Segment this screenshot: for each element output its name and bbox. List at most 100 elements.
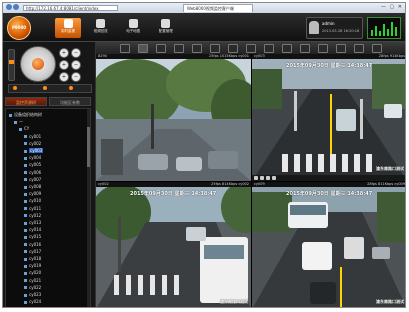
tree-node[interactable]: cy022	[24, 285, 41, 291]
record-icon[interactable]	[264, 44, 274, 53]
close-all-icon[interactable]	[354, 44, 364, 53]
layout-8-icon[interactable]	[174, 44, 184, 53]
focus-far-button[interactable]: −	[71, 60, 81, 70]
layout-16-icon[interactable]	[210, 44, 220, 53]
tree-node[interactable]: cy010	[24, 198, 41, 204]
tree-node[interactable]: cy020	[24, 270, 41, 276]
tree-node-label: 一	[19, 119, 23, 125]
tree-node-label: cy012	[29, 212, 42, 218]
snapshot-icon[interactable]	[246, 44, 256, 53]
video-tile-4[interactable]: cy009 28fps 811Kbps cy009 2015年09月30日 星期…	[252, 182, 405, 307]
camera-icon	[24, 271, 27, 275]
tree-node[interactable]: cy014	[24, 227, 41, 233]
stop-all-icon[interactable]	[282, 44, 292, 53]
forward-icon[interactable]	[13, 4, 19, 10]
tree-node[interactable]: cy003	[24, 148, 44, 154]
tree-node-label: cy009	[29, 191, 42, 197]
tree-node-label: cy005	[29, 162, 42, 168]
camera-icon	[24, 149, 27, 153]
video-tile-3[interactable]: cy002 25fps 814Kbps cy002 2015年09月30日 星期…	[96, 182, 251, 307]
nav-map[interactable]: 电子地图	[120, 18, 146, 38]
tree-node-label: cy017	[29, 248, 42, 254]
device-tree: 设备组织结构树一 CY cy001 cy002 cy003 cy004 cy005 cy006…	[5, 108, 91, 307]
nav-live-monitor[interactable]: 实时监视	[55, 18, 81, 38]
tree-node[interactable]: cy004	[24, 155, 41, 161]
nav-playback[interactable]: 视频回放	[88, 18, 114, 38]
layout-6-icon[interactable]	[156, 44, 166, 53]
tree-node[interactable]: cy009	[24, 191, 41, 197]
user-info[interactable]: admin 2013-05-28 16:20:18	[306, 17, 363, 39]
tree-node[interactable]: cy006	[24, 170, 41, 176]
layout-9-icon[interactable]	[192, 44, 202, 53]
ptz-center-button[interactable]	[32, 58, 44, 70]
browser-tab[interactable]: Web8000视频监控客户端	[183, 4, 253, 12]
tree-node-label: cy010	[29, 198, 42, 204]
left-tabs: 监控资源树 功能区参数	[5, 97, 93, 106]
camera-icon	[24, 156, 27, 160]
tree-node[interactable]: cy013	[24, 220, 41, 226]
camera-icon	[24, 279, 27, 283]
video-timestamp: 2015年09月30日 星期三 14:38:47	[130, 191, 217, 197]
tree-node[interactable]: cy021	[24, 278, 41, 284]
settings-icon[interactable]	[318, 44, 328, 53]
zoom-slider[interactable]	[8, 49, 15, 81]
tile-control-bar[interactable]	[252, 175, 405, 181]
back-icon[interactable]	[6, 4, 12, 10]
tree-node[interactable]: cy001	[24, 134, 41, 140]
video-tile-1[interactable]: 8290 25fps 1015Kbps cy001	[96, 54, 251, 181]
tree-node-label: cy002	[29, 140, 42, 146]
video-location: 渝东南路口测试	[376, 299, 404, 304]
tree-node[interactable]: cy012	[24, 213, 41, 219]
tree-node[interactable]: cy008	[24, 184, 41, 190]
address-bar[interactable]: http://172.16.67.4:8081/client/index	[23, 5, 118, 11]
tree-node[interactable]: CY	[19, 126, 29, 132]
tree-node[interactable]: cy017	[24, 249, 41, 255]
nav-label: 视频回放	[93, 29, 108, 33]
ptz-direction-wheel[interactable]	[20, 46, 56, 82]
camera-icon	[24, 286, 27, 290]
tree-node[interactable]: cy002	[24, 141, 41, 147]
tree-node[interactable]: cy016	[24, 242, 41, 248]
camera-feed	[96, 182, 251, 307]
tree-node[interactable]: 一	[14, 119, 23, 125]
tab-function-params[interactable]: 功能区参数	[49, 97, 91, 106]
tree-node-label: cy021	[29, 277, 42, 283]
zoom-in-button[interactable]: +	[59, 48, 69, 58]
camera-icon	[24, 228, 27, 232]
layout-4-icon[interactable]	[138, 44, 148, 53]
playback-icon	[96, 19, 106, 28]
iris-open-button[interactable]: +	[59, 72, 69, 82]
camera-icon	[24, 264, 27, 268]
tree-node[interactable]: cy019	[24, 263, 41, 269]
camera-icon	[24, 199, 27, 203]
video-tile-2[interactable]: cy003 28fps 914Kbps 2015年09月30日 星期三 14:3…	[252, 54, 405, 181]
tab-resource-tree[interactable]: 监控资源树	[5, 97, 47, 106]
sequence-icon[interactable]	[372, 44, 382, 53]
grid-icon[interactable]	[336, 44, 346, 53]
tree-node[interactable]: cy024	[24, 299, 41, 305]
tree-node-label: cy022	[29, 284, 42, 290]
tree-scrollbar[interactable]	[87, 109, 90, 307]
fullscreen-icon[interactable]	[228, 44, 238, 53]
zoom-out-button[interactable]: −	[71, 48, 81, 58]
tree-node[interactable]: cy007	[24, 177, 41, 183]
camera-icon	[24, 207, 27, 211]
layout-1-icon[interactable]	[120, 44, 130, 53]
tree-node[interactable]: 设备组织结构树	[9, 112, 42, 118]
ptz-speed-slider[interactable]	[8, 84, 92, 93]
focus-near-button[interactable]: +	[59, 60, 69, 70]
tree-node[interactable]: cy023	[24, 292, 41, 298]
tree-node[interactable]: cy018	[24, 256, 41, 262]
audio-icon[interactable]	[300, 44, 310, 53]
tree-node[interactable]: cy015	[24, 234, 41, 240]
tree-node-label: cy008	[29, 184, 42, 189]
camera-icon	[24, 221, 27, 225]
video-timestamp: 2015年09月30日 星期三 14:38:47	[286, 191, 373, 197]
tree-node[interactable]: cy005	[24, 162, 41, 168]
camera-icon	[24, 235, 27, 239]
tree-node-label: cy024	[29, 299, 42, 305]
window-controls[interactable]: — ▢ ✕	[381, 4, 403, 10]
nav-config[interactable]: 配置管理	[153, 18, 179, 38]
tree-node[interactable]: cy011	[24, 206, 41, 212]
iris-close-button[interactable]: −	[71, 72, 81, 82]
